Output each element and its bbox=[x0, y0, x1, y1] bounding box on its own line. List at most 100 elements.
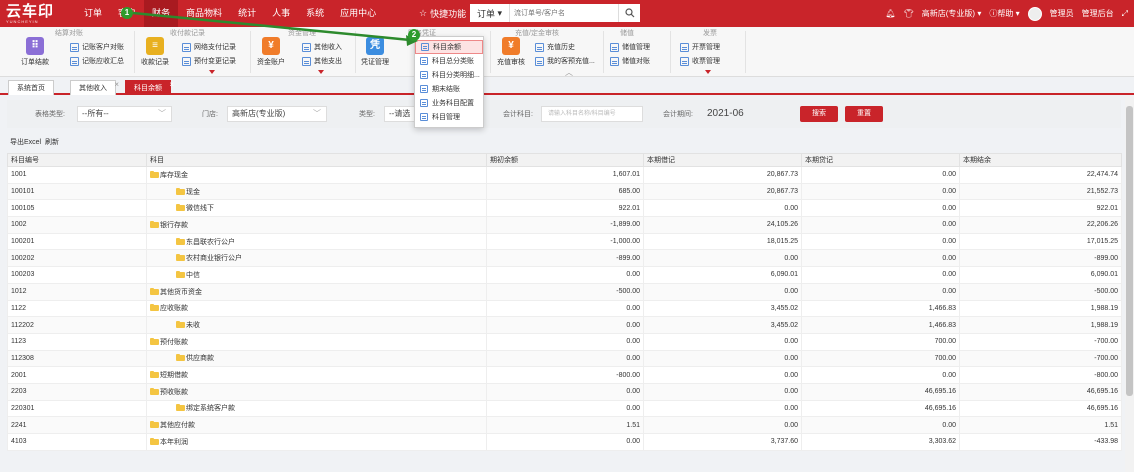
receipt-icon: ≡ bbox=[146, 37, 164, 55]
ribbon-customer-reconcile[interactable]: 记账客户对账 bbox=[70, 42, 124, 52]
menu-item-period-close[interactable]: 期末结账 bbox=[415, 82, 483, 96]
cell-credit: 0.00 bbox=[801, 282, 960, 301]
table-row[interactable]: 1012 其他货币资金 -500.00 0.00 0.00 -500.00 bbox=[7, 282, 1122, 301]
table-row[interactable]: 100202 农村商业银行公户 -899.00 0.00 0.00 -899.00 bbox=[7, 249, 1122, 268]
col-header-debit[interactable]: 本期借记 bbox=[643, 153, 802, 167]
table-row[interactable]: 220301 绑定系统客户款 0.00 0.00 46,695.16 46,695.16 bbox=[7, 399, 1122, 418]
bell-icon[interactable]: 🔔︎ bbox=[885, 9, 895, 18]
store-select[interactable]: 高新店(专业版) ﹀ bbox=[227, 106, 327, 122]
cell-code: 1002 bbox=[7, 216, 147, 234]
ribbon-stored-value-mgmt-label: 储值管理 bbox=[622, 44, 650, 51]
col-header-code[interactable]: 科目编号 bbox=[7, 153, 147, 167]
tab-home[interactable]: 系统首页 bbox=[8, 80, 54, 95]
table-row[interactable]: 112308 供应商款 0.00 0.00 700.00 -700.00 bbox=[7, 349, 1122, 368]
nav-orders[interactable]: 订单 bbox=[76, 0, 110, 27]
quick-functions[interactable]: ☆ 快捷功能 bbox=[419, 0, 466, 27]
table-row[interactable]: 100101 现金 685.00 20,867.73 0.00 21,552.73 bbox=[7, 182, 1122, 201]
ribbon-other-income[interactable]: 其他收入 bbox=[302, 42, 342, 52]
table-row[interactable]: 1122 应收账款 0.00 3,455.02 1,466.83 1,988.19 bbox=[7, 299, 1122, 318]
receipt-records-button[interactable]: ≡ 收款记录 bbox=[138, 37, 172, 67]
table-row[interactable]: 100203 中信 0.00 6,090.01 0.00 6,090.01 bbox=[7, 266, 1122, 284]
nav-finance[interactable]: 财务 bbox=[144, 0, 179, 27]
reset-button[interactable]: 重置 bbox=[845, 106, 883, 122]
caret-down-icon[interactable] bbox=[209, 70, 215, 74]
table-row[interactable]: 100105 微信线下 922.01 0.00 0.00 922.01 bbox=[7, 199, 1122, 218]
export-excel-button[interactable]: 导出Excel bbox=[10, 137, 41, 147]
ribbon-online-payment[interactable]: 网络支付记录 bbox=[182, 42, 236, 52]
subject-input[interactable]: 请输入科目名称/科目编号 bbox=[541, 106, 643, 122]
fullscreen-icon[interactable]: ⤢ bbox=[1122, 9, 1128, 19]
tab-other-income[interactable]: 其他收入 × bbox=[70, 77, 119, 95]
user-name[interactable]: 管理员 bbox=[1050, 8, 1074, 19]
voucher-management-button[interactable]: 凭凭证管理 bbox=[358, 37, 392, 67]
menu-item-subledger-detail[interactable]: 科目分类明细... bbox=[415, 68, 483, 82]
close-icon[interactable]: × bbox=[114, 77, 119, 92]
search-button[interactable]: 搜索 bbox=[800, 106, 838, 122]
ribbon-receive-invoice[interactable]: 收票管理 bbox=[680, 56, 720, 66]
ribbon-recharge-history[interactable]: 充值历史 bbox=[535, 42, 575, 52]
recharge-review-button[interactable]: ¥ 充值审核 bbox=[494, 37, 528, 67]
help-menu[interactable]: ⓘ帮助 ▾ bbox=[989, 8, 1019, 19]
caret-down-icon[interactable] bbox=[318, 70, 324, 74]
menu-item-general-ledger[interactable]: 科目总分类账 bbox=[415, 54, 483, 68]
nav-hr[interactable]: 人事 bbox=[264, 0, 298, 27]
col-header-opening[interactable]: 期初余额 bbox=[486, 153, 644, 167]
document-icon bbox=[420, 71, 428, 79]
shirt-icon[interactable]: 👕︎ bbox=[904, 9, 914, 18]
col-header-subject[interactable]: 科目 bbox=[146, 153, 487, 167]
menu-item-subject-management[interactable]: 科目管理 bbox=[415, 110, 483, 124]
table-row[interactable]: 100201 东昌联农行公户 -1,000.00 18,015.25 0.00 17,01… bbox=[7, 232, 1122, 251]
cell-debit: 0.00 bbox=[643, 366, 802, 384]
cell-closing: 22,206.26 bbox=[959, 216, 1122, 234]
search-input[interactable] bbox=[510, 4, 618, 22]
ribbon-prepay-change[interactable]: 预付变更记录 bbox=[182, 56, 236, 66]
order-settlement-button[interactable]: ⠿ 订单结款 bbox=[18, 37, 52, 67]
table-row[interactable]: 2241 其他应付款 1.51 0.00 0.00 1.51 bbox=[7, 416, 1122, 434]
table-row[interactable]: 2001 短期借款 -800.00 0.00 0.00 -800.00 bbox=[7, 366, 1122, 384]
admin-link[interactable]: 管理后台 bbox=[1082, 8, 1114, 19]
nav-system[interactable]: 系统 bbox=[298, 0, 332, 27]
scrollbar-thumb[interactable] bbox=[1126, 106, 1133, 396]
avatar[interactable] bbox=[1027, 6, 1042, 21]
nav-app-center[interactable]: 应用中心 bbox=[332, 0, 384, 27]
search-button[interactable] bbox=[618, 4, 640, 22]
table-row[interactable]: 112202 未收 0.00 3,455.02 1,466.83 1,988.19 bbox=[7, 316, 1122, 334]
ribbon-my-recharge-label: 我的客预充值... bbox=[547, 58, 595, 65]
col-header-credit[interactable]: 本期贷记 bbox=[801, 153, 960, 167]
ribbon-receivable-summary[interactable]: 记账应收汇总 bbox=[70, 56, 124, 66]
col-header-closing[interactable]: 本期结余 bbox=[959, 153, 1122, 167]
period-value[interactable]: 2021-06 bbox=[707, 106, 744, 122]
ribbon-other-expense[interactable]: 其他支出 bbox=[302, 56, 342, 66]
document-icon bbox=[302, 42, 311, 52]
menu-item-subject-config[interactable]: 业务科目配置 bbox=[415, 96, 483, 110]
search-type-select[interactable]: 订单 ▾ bbox=[470, 4, 510, 22]
cell-credit: 0.00 bbox=[801, 232, 960, 251]
nav-products[interactable]: 商品物料 bbox=[178, 0, 230, 27]
tab-subject-balance[interactable]: 科目余额 × bbox=[125, 77, 174, 95]
fund-account-button[interactable]: ¥ 资金账户 bbox=[254, 37, 288, 67]
chevron-up-icon[interactable]: ︿ bbox=[565, 67, 573, 78]
ribbon-my-recharge[interactable]: 我的客预充值... bbox=[535, 56, 595, 66]
scrollbar[interactable] bbox=[1125, 96, 1134, 472]
refresh-button[interactable]: 刷新 bbox=[45, 137, 59, 147]
table-row[interactable]: 1123 预付账款 0.00 0.00 700.00 -700.00 bbox=[7, 332, 1122, 351]
app-logo[interactable]: 云车印 YUNCHEYIN bbox=[0, 0, 62, 27]
table-row[interactable]: 4103 本年利润 0.00 3,737.60 3,303.62 -433.98 bbox=[7, 433, 1122, 451]
menu-item-subject-balance[interactable]: 科目余额 bbox=[415, 40, 483, 54]
ribbon-stored-value-mgmt[interactable]: 储值管理 bbox=[610, 42, 650, 52]
subject-placeholder: 请输入科目名称/科目编号 bbox=[548, 111, 616, 117]
close-icon[interactable]: × bbox=[169, 77, 174, 92]
nav-stats[interactable]: 统计 bbox=[230, 0, 264, 27]
ribbon-invoice-mgmt[interactable]: 开票管理 bbox=[680, 42, 720, 52]
store-switcher[interactable]: 高新店(专业版) ▾ bbox=[922, 8, 982, 19]
table-type-select[interactable]: --所有-- ﹀ bbox=[77, 106, 172, 122]
ribbon-stored-value-reconcile[interactable]: 储值对账 bbox=[610, 56, 650, 66]
menu-item-label: 科目管理 bbox=[432, 114, 460, 121]
document-icon bbox=[182, 56, 191, 66]
ribbon-divider bbox=[490, 31, 491, 73]
table-row[interactable]: 1002 银行存款 -1,899.00 24,105.26 0.00 22,206.26 bbox=[7, 216, 1122, 234]
caret-down-icon[interactable] bbox=[705, 70, 711, 74]
table-row[interactable]: 2203 预收账款 0.00 0.00 46,695.16 46,695.16 bbox=[7, 382, 1122, 401]
cell-opening: 0.00 bbox=[486, 316, 644, 334]
table-row[interactable]: 1001 库存现金 1,607.01 20,867.73 0.00 22,474.74 bbox=[7, 166, 1122, 184]
